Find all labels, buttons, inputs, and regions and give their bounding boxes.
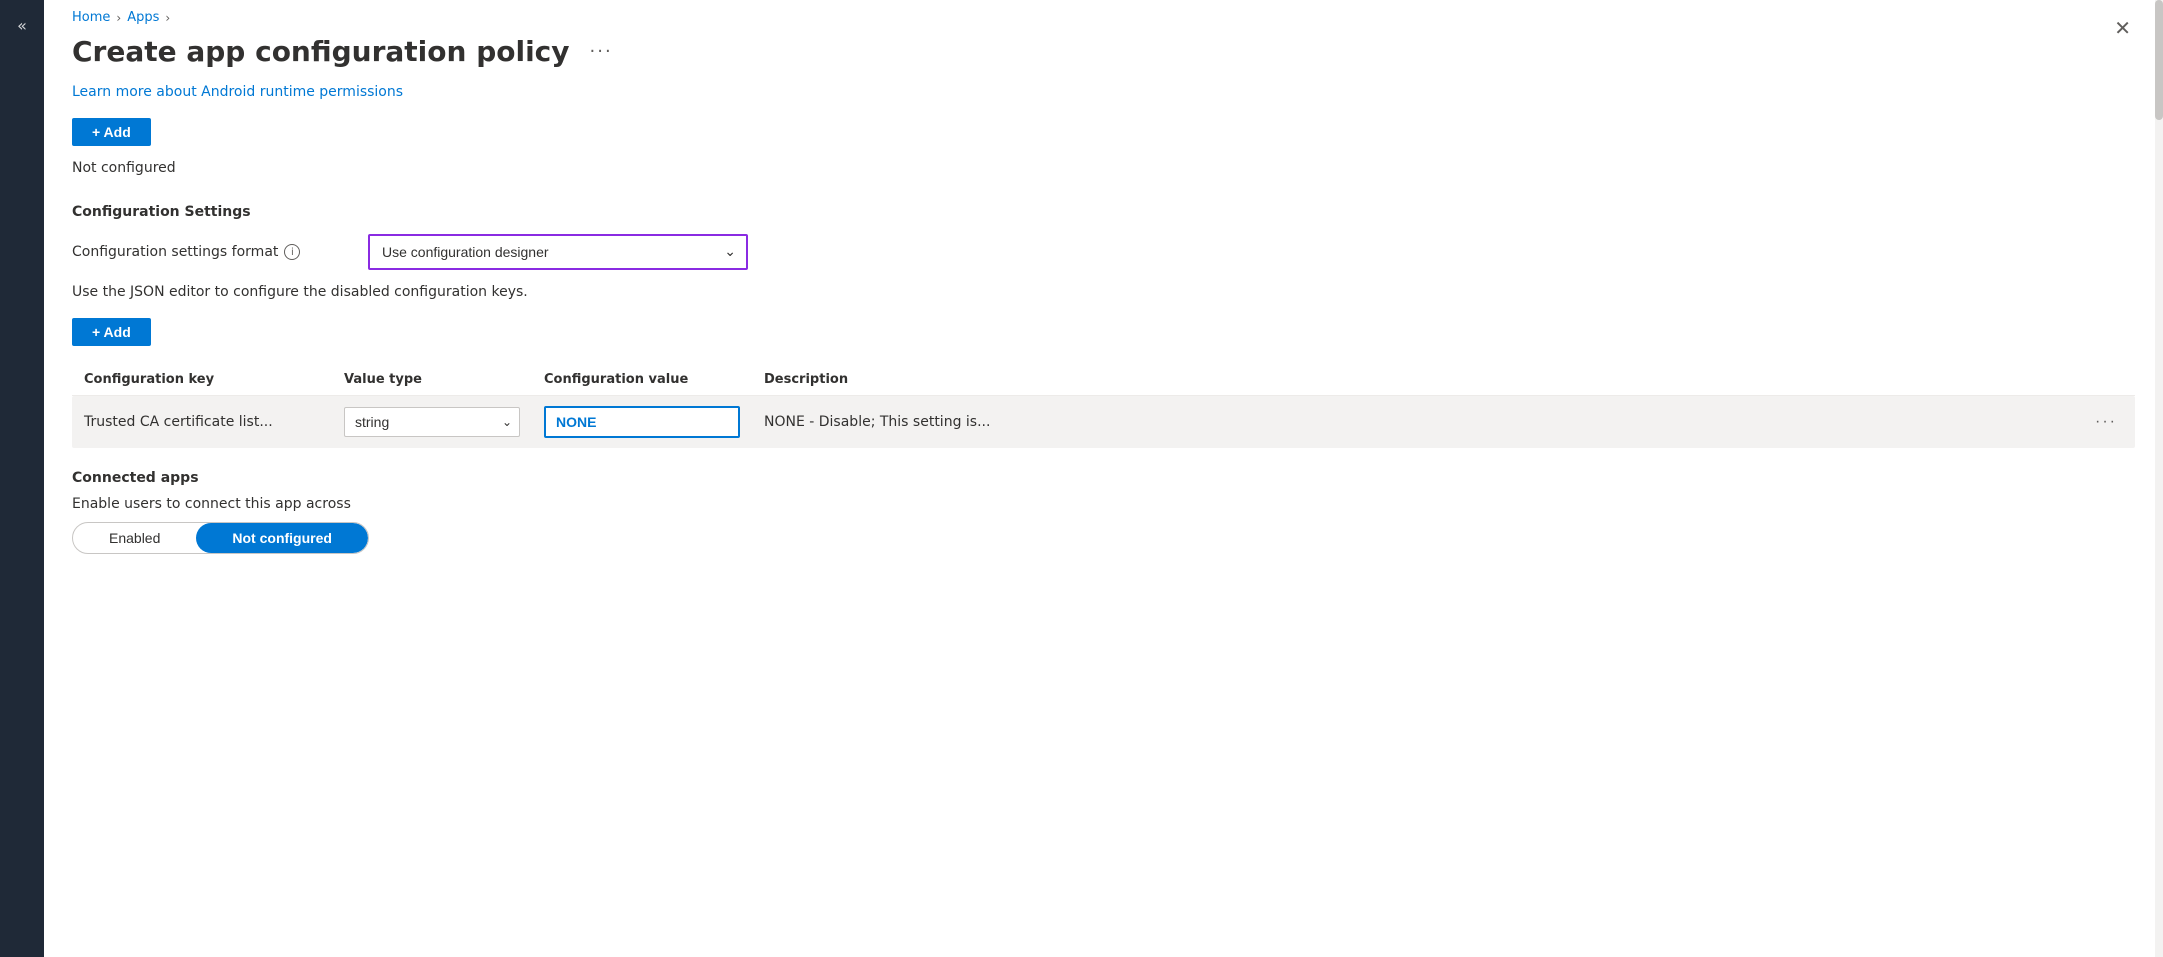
format-select[interactable]: Use configuration designer Enter JSON da…: [368, 234, 748, 270]
col-header-description: Description: [752, 372, 2135, 387]
table-header: Configuration key Value type Configurati…: [72, 364, 2135, 396]
col-header-config-value: Configuration value: [532, 372, 752, 387]
format-select-wrapper: Use configuration designer Enter JSON da…: [368, 234, 748, 270]
row-config-value-cell: [532, 396, 752, 448]
col-header-key: Configuration key: [72, 372, 332, 387]
add-permissions-button[interactable]: + Add: [72, 118, 151, 146]
breadcrumb: Home › Apps ›: [44, 0, 2163, 31]
page-title: Create app configuration policy: [72, 35, 570, 68]
connected-apps-title: Connected apps: [72, 470, 2135, 486]
json-editor-note: Use the JSON editor to configure the dis…: [72, 284, 2135, 300]
format-info-icon[interactable]: i: [284, 244, 300, 260]
content-area: Home › Apps › Create app configuration p…: [44, 0, 2163, 957]
learn-more-link[interactable]: Learn more about Android runtime permiss…: [72, 84, 403, 100]
add-config-key-button[interactable]: + Add: [72, 318, 151, 346]
connected-apps-desc: Enable users to connect this app across: [72, 496, 2135, 512]
value-type-select[interactable]: string integer boolean bundle list: [344, 407, 520, 437]
config-value-input[interactable]: [544, 406, 740, 438]
row-description-text: NONE - Disable; This setting is...: [764, 414, 990, 430]
row-more-options-button[interactable]: ···: [2089, 411, 2123, 433]
format-label: Configuration settings format i: [72, 244, 352, 260]
value-type-select-wrapper: string integer boolean bundle list ⌄: [344, 407, 520, 437]
scrollbar-track[interactable]: [2155, 0, 2163, 957]
connected-apps-section: Connected apps Enable users to connect t…: [72, 470, 2135, 554]
row-value-type-cell: string integer boolean bundle list ⌄: [332, 397, 532, 447]
scrollbar-thumb[interactable]: [2155, 0, 2163, 120]
format-label-text: Configuration settings format: [72, 244, 278, 260]
col-header-value-type: Value type: [332, 372, 532, 387]
connected-apps-toggle: Enabled Not configured: [72, 522, 369, 554]
sidebar: «: [0, 0, 44, 957]
breadcrumb-sep-1: ›: [116, 11, 121, 25]
toggle-enabled-button[interactable]: Enabled: [73, 523, 196, 553]
collapse-button[interactable]: «: [9, 8, 35, 43]
not-configured-text: Not configured: [72, 160, 2135, 176]
table-row: Trusted CA certificate list... string in…: [72, 396, 2135, 448]
breadcrumb-home[interactable]: Home: [72, 10, 110, 25]
toggle-not-configured-button[interactable]: Not configured: [196, 523, 368, 553]
row-config-key: Trusted CA certificate list...: [72, 404, 332, 440]
configuration-settings-title: Configuration Settings: [72, 204, 2135, 220]
breadcrumb-sep-2: ›: [165, 11, 170, 25]
format-row: Configuration settings format i Use conf…: [72, 234, 2135, 270]
row-description-cell: NONE - Disable; This setting is... ···: [752, 401, 2135, 443]
panel-content: Learn more about Android runtime permiss…: [44, 84, 2163, 594]
close-button[interactable]: ✕: [2106, 12, 2139, 44]
breadcrumb-apps[interactable]: Apps: [127, 10, 159, 25]
page-options-button[interactable]: ···: [582, 37, 621, 66]
configuration-settings-section: Configuration Settings Configuration set…: [72, 204, 2135, 448]
page-header: Create app configuration policy ···: [44, 31, 2163, 84]
